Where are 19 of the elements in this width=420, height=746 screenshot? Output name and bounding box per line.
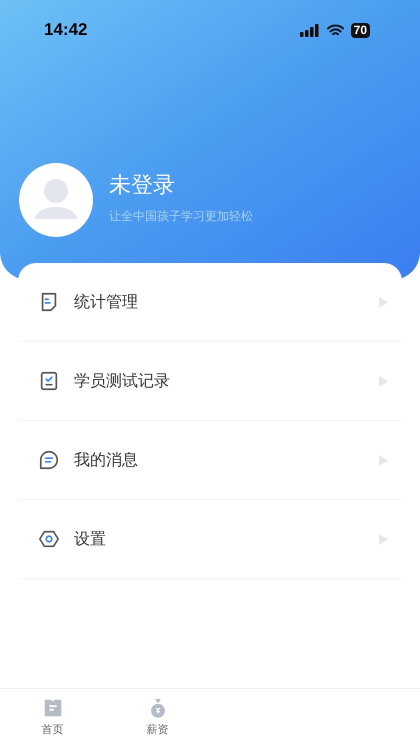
chevron-right-icon xyxy=(379,454,388,466)
menu-item[interactable]: 我的消息 xyxy=(18,421,402,500)
user-name: 未登录 xyxy=(109,175,176,197)
tab-item[interactable]: 薪资 xyxy=(105,689,210,746)
menu-item[interactable]: 统计管理 xyxy=(18,263,402,342)
signal-icon xyxy=(300,24,320,36)
checklist-icon xyxy=(38,370,60,392)
status-time: 14:42 xyxy=(44,19,88,42)
settings-icon xyxy=(38,528,60,550)
chevron-right-icon xyxy=(379,296,388,308)
wifi-icon xyxy=(326,24,344,36)
chevron-right-icon xyxy=(379,534,388,544)
battery-level: 70 xyxy=(350,22,370,38)
menu-item[interactable]: 学员测试记录 xyxy=(18,342,402,421)
chevron-right-icon xyxy=(379,376,388,386)
tab-item[interactable]: 首页 xyxy=(0,689,105,746)
tagline: 让全中国孩子学习更加轻松 xyxy=(109,208,253,225)
menu-item[interactable]: 设置 xyxy=(18,500,402,579)
chat-bubble-icon xyxy=(38,449,60,471)
